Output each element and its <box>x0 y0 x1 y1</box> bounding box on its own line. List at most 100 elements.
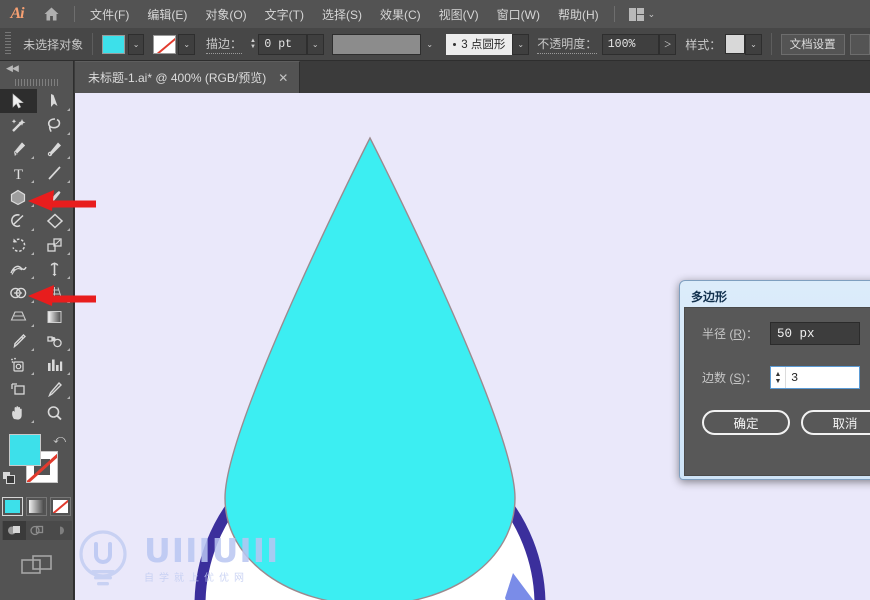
sides-field-row: 边数 (S)： ▲ ▼ 3 <box>685 366 870 389</box>
brush-definition-dropdown[interactable]: ⌄ <box>512 33 529 55</box>
color-mode-button[interactable] <box>2 497 23 516</box>
menu-item-type[interactable]: 文字(T) <box>256 0 313 28</box>
pen-tool[interactable] <box>0 137 37 161</box>
scale-tool[interactable] <box>37 233 74 257</box>
stroke-profile-dropdown[interactable]: ⌄ <box>421 33 439 55</box>
fill-color-swatch[interactable] <box>102 34 126 54</box>
tools-grid: T <box>0 89 73 425</box>
curvature-tool[interactable] <box>37 137 74 161</box>
menu-item-select[interactable]: 选择(S) <box>313 0 371 28</box>
sides-label: 边数 (S)： <box>702 371 758 385</box>
perspective-selection-tool[interactable] <box>0 305 37 329</box>
svg-text:T: T <box>14 167 23 181</box>
blend-tool[interactable] <box>37 329 74 353</box>
magic-wand-tool[interactable] <box>0 113 37 137</box>
rotate-tool[interactable] <box>0 233 37 257</box>
opacity-label[interactable]: 不透明度： <box>537 35 598 54</box>
color-controls: ⤺ <box>0 431 73 495</box>
draw-inside-mode-button[interactable] <box>49 521 72 540</box>
default-fill-stroke-icon[interactable] <box>2 471 16 490</box>
polygon-dialog[interactable]: 多边形 半径 (R)： 50 px 边数 (S)： ▲ ▼ 3 确定 取消 <box>679 280 870 480</box>
stroke-weight-dropdown[interactable]: ⌄ <box>306 33 324 55</box>
tool-flyout-corner-icon <box>30 324 34 327</box>
stroke-profile-field[interactable] <box>331 33 422 55</box>
menu-item-help[interactable]: 帮助(H) <box>549 0 608 28</box>
document-setup-button[interactable]: 文档设置 <box>780 33 845 55</box>
tool-flyout-corner-icon <box>67 372 70 375</box>
close-icon[interactable]: ✕ <box>278 72 288 84</box>
tools-panel-grip[interactable] <box>0 75 73 89</box>
column-graph-tool[interactable] <box>37 353 74 377</box>
illustrator-window: Ai 文件(F) 编辑(E) 对象(O) 文字(T) 选择(S) 效果(C) 视… <box>0 0 870 600</box>
stroke-color-dropdown[interactable]: ⌄ <box>178 33 195 55</box>
control-bar-grip[interactable] <box>3 32 13 56</box>
menu-item-file[interactable]: 文件(F) <box>81 0 138 28</box>
line-segment-tool[interactable] <box>37 161 74 185</box>
eyedropper-tool[interactable] <box>0 329 37 353</box>
graphic-style-swatch[interactable] <box>724 34 746 54</box>
radius-input[interactable]: 50 px <box>770 322 860 345</box>
menu-item-object[interactable]: 对象(O) <box>196 0 255 28</box>
width-tool[interactable] <box>0 257 37 281</box>
tool-flyout-corner-icon <box>67 180 70 183</box>
screen-mode-button[interactable] <box>0 552 73 578</box>
symbol-sprayer-tool[interactable] <box>0 353 37 377</box>
sides-input-wrapper[interactable]: ▲ ▼ 3 <box>770 366 860 389</box>
dialog-title: 多边形 <box>691 289 728 304</box>
shape-builder-tool[interactable] <box>0 281 37 305</box>
eraser-tool[interactable] <box>37 209 74 233</box>
spinner-down-icon[interactable]: ▼ <box>775 378 782 385</box>
stroke-color-swatch[interactable] <box>152 34 176 54</box>
none-mode-button[interactable] <box>50 497 71 516</box>
draw-behind-mode-button[interactable] <box>26 521 49 540</box>
type-tool[interactable]: T <box>0 161 37 185</box>
slice-tool[interactable] <box>37 377 74 401</box>
brush-definition-value: 3 点圆形 <box>461 39 506 51</box>
free-transform-tool[interactable] <box>37 257 74 281</box>
fill-color-indicator[interactable] <box>9 434 41 466</box>
ok-button[interactable]: 确定 <box>702 410 790 435</box>
gradient-mode-button[interactable] <box>26 497 47 516</box>
stroke-weight-label[interactable]: 描边： <box>205 35 242 54</box>
graphic-style-dropdown[interactable]: ⌄ <box>745 33 762 55</box>
draw-normal-mode-button[interactable] <box>2 521 26 540</box>
tool-flyout-corner-icon <box>67 396 70 399</box>
control-divider-1 <box>92 33 94 55</box>
spinner-up-icon[interactable]: ▲ <box>775 371 782 378</box>
radius-field-row: 半径 (R)： 50 px <box>685 322 870 345</box>
menu-item-edit[interactable]: 编辑(E) <box>138 0 196 28</box>
zoom-tool[interactable] <box>37 401 74 425</box>
chevron-down-icon: ⌄ <box>647 8 656 19</box>
tool-flyout-corner-icon <box>30 300 34 303</box>
opacity-expand-button[interactable]: ＞ <box>659 33 677 55</box>
direct-selection-tool[interactable] <box>37 89 74 113</box>
fill-color-dropdown[interactable]: ⌄ <box>127 33 145 55</box>
menu-item-view[interactable]: 视图(V) <box>430 0 488 28</box>
perspective-grid-tool[interactable] <box>37 281 74 305</box>
polygon-tool[interactable] <box>0 185 37 209</box>
swap-fill-stroke-icon[interactable]: ⤺ <box>53 432 66 447</box>
collapse-panel-icon[interactable]: ◀◀ <box>0 61 73 75</box>
gradient-tool[interactable] <box>37 305 74 329</box>
stroke-weight-stepper[interactable]: ▲ ▼ <box>247 34 258 55</box>
tool-flyout-corner-icon <box>30 228 34 231</box>
home-icon[interactable] <box>34 0 68 28</box>
brush-definition-field[interactable]: 3 点圆形 <box>446 33 513 55</box>
menu-item-window[interactable]: 窗口(W) <box>488 0 549 28</box>
artboard-tool[interactable] <box>0 377 37 401</box>
opacity-input[interactable]: 100% <box>601 33 660 55</box>
sides-input[interactable]: 3 <box>786 367 859 388</box>
tool-flyout-corner-icon <box>67 348 70 351</box>
preferences-button[interactable] <box>850 33 870 55</box>
cancel-button[interactable]: 取消 <box>801 410 870 435</box>
lasso-tool[interactable] <box>37 113 74 137</box>
selection-tool[interactable] <box>0 89 37 113</box>
hand-tool[interactable] <box>0 401 37 425</box>
stroke-weight-input[interactable]: 0 pt <box>258 33 307 55</box>
document-tab[interactable]: 未标题-1.ai* @ 400% (RGB/预览) ✕ <box>75 61 301 93</box>
menu-item-effect[interactable]: 效果(C) <box>371 0 430 28</box>
workspace-switcher[interactable]: ⌄ <box>621 0 664 28</box>
paintbrush-tool[interactable] <box>37 185 74 209</box>
sides-stepper[interactable]: ▲ ▼ <box>771 367 786 388</box>
shaper-tool[interactable] <box>0 209 37 233</box>
